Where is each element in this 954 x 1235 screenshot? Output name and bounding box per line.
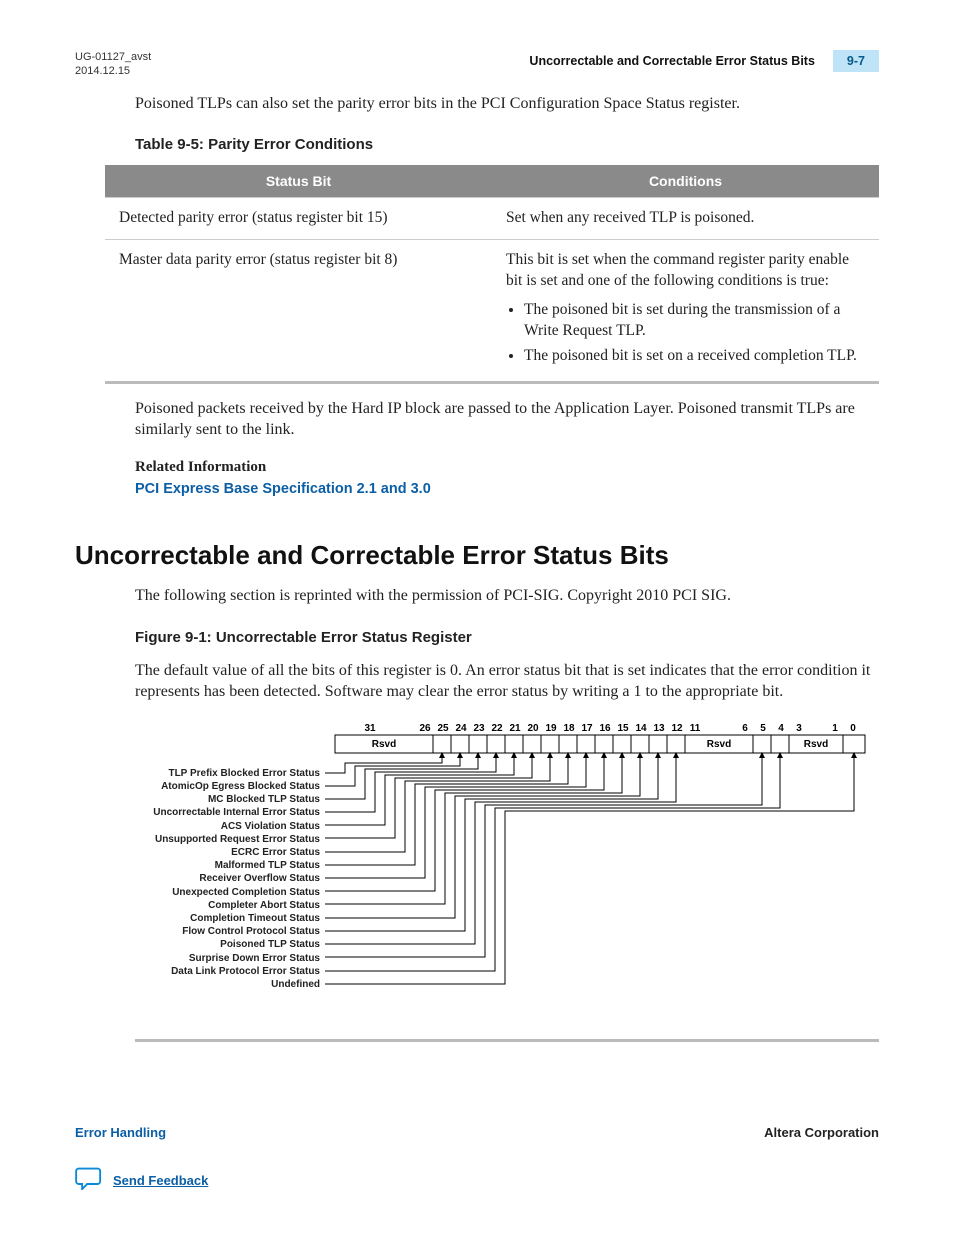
bit-label: Completer Abort Status xyxy=(115,899,320,912)
after-table-paragraph: Poisoned packets received by the Hard IP… xyxy=(135,398,879,441)
table-9-5: Status Bit Conditions Detected parity er… xyxy=(105,165,879,384)
bit-label: TLP Prefix Blocked Error Status xyxy=(115,767,320,780)
list-item: The poisoned bit is set during the trans… xyxy=(524,300,865,342)
page-footer: Error Handling Altera Corporation Send F… xyxy=(75,1125,879,1195)
svg-text:23: 23 xyxy=(473,723,485,734)
cell-conditions: Set when any received TLP is poisoned. xyxy=(492,198,879,240)
section-heading: Uncorrectable and Correctable Error Stat… xyxy=(75,540,879,571)
cell-status-bit: Detected parity error (status register b… xyxy=(105,198,492,240)
svg-text:22: 22 xyxy=(491,723,503,734)
svg-text:6: 6 xyxy=(742,723,748,734)
header-right: Uncorrectable and Correctable Error Stat… xyxy=(529,50,879,72)
svg-text:20: 20 xyxy=(527,723,539,734)
bit-label: ECRC Error Status xyxy=(115,846,320,859)
related-info-heading: Related Information xyxy=(135,459,879,476)
bit-label: Surprise Down Error Status xyxy=(115,952,320,965)
bit-label: Data Link Protocol Error Status xyxy=(115,965,320,978)
svg-text:3: 3 xyxy=(796,723,802,734)
cell-status-bit: Master data parity error (status registe… xyxy=(105,240,492,383)
svg-text:0: 0 xyxy=(850,723,856,734)
svg-text:19: 19 xyxy=(545,723,557,734)
table-row: Master data parity error (status registe… xyxy=(105,240,879,383)
bit-label: AtomicOp Egress Blocked Status xyxy=(115,780,320,793)
svg-text:12: 12 xyxy=(671,723,683,734)
bit-label: Receiver Overflow Status xyxy=(115,872,320,885)
cell-bullets: The poisoned bit is set during the trans… xyxy=(524,300,865,367)
bit-label: Unexpected Completion Status xyxy=(115,886,320,899)
svg-text:21: 21 xyxy=(509,723,521,734)
bit-label: Undefined xyxy=(115,978,320,991)
bit-label: Malformed TLP Status xyxy=(115,859,320,872)
page-header: UG-01127_avst 2014.12.15 Uncorrectable a… xyxy=(75,50,879,79)
svg-text:13: 13 xyxy=(653,723,665,734)
col-status-bit: Status Bit xyxy=(105,165,492,198)
list-item: The poisoned bit is set on a received co… xyxy=(524,346,865,367)
svg-text:15: 15 xyxy=(617,723,629,734)
bit-label: ACS Violation Status xyxy=(115,820,320,833)
bit-label: Poisoned TLP Status xyxy=(115,938,320,951)
cell-conditions: This bit is set when the command registe… xyxy=(492,240,879,383)
bit-label: Completion Timeout Status xyxy=(115,912,320,925)
send-feedback-link[interactable]: Send Feedback xyxy=(113,1173,208,1188)
bit-label: Uncorrectable Internal Error Status xyxy=(115,806,320,819)
svg-text:26: 26 xyxy=(419,723,431,734)
intro-paragraph: Poisoned TLPs can also set the parity er… xyxy=(135,93,879,115)
svg-text:14: 14 xyxy=(635,723,647,734)
speech-bubble-icon xyxy=(75,1166,103,1195)
register-diagram-svg: 31 26 25 24 23 22 21 20 19 18 17 16 15 1… xyxy=(325,721,885,1021)
cell-cond-text: This bit is set when the command registe… xyxy=(506,251,849,289)
svg-text:4: 4 xyxy=(778,723,784,734)
svg-text:18: 18 xyxy=(563,723,575,734)
svg-text:11: 11 xyxy=(690,723,701,734)
svg-text:24: 24 xyxy=(455,723,467,734)
running-title: Uncorrectable and Correctable Error Stat… xyxy=(529,54,815,68)
svg-text:16: 16 xyxy=(599,723,611,734)
svg-text:Rsvd: Rsvd xyxy=(804,739,828,750)
bit-label: Unsupported Request Error Status xyxy=(115,833,320,846)
section-para2: The default value of all the bits of thi… xyxy=(135,660,879,703)
bit-label: MC Blocked TLP Status xyxy=(115,793,320,806)
svg-text:31: 31 xyxy=(364,723,376,734)
page-number-chip: 9-7 xyxy=(833,50,879,72)
svg-text:5: 5 xyxy=(760,723,766,734)
register-bit-labels: TLP Prefix Blocked Error Status AtomicOp… xyxy=(115,767,320,991)
table-header-row: Status Bit Conditions xyxy=(105,165,879,198)
col-conditions: Conditions xyxy=(492,165,879,198)
footer-chapter-link[interactable]: Error Handling xyxy=(75,1125,166,1140)
table-9-5-caption: Table 9-5: Parity Error Conditions xyxy=(135,136,879,153)
section-para1: The following section is reprinted with … xyxy=(135,585,879,607)
svg-text:1: 1 xyxy=(832,723,838,734)
svg-text:Rsvd: Rsvd xyxy=(707,739,731,750)
svg-text:17: 17 xyxy=(581,723,593,734)
pci-express-spec-link[interactable]: PCI Express Base Specification 2.1 and 3… xyxy=(135,481,431,497)
figure-9-1-caption: Figure 9-1: Uncorrectable Error Status R… xyxy=(135,629,879,646)
figure-9-1: TLP Prefix Blocked Error Status AtomicOp… xyxy=(135,721,879,1042)
svg-text:25: 25 xyxy=(437,723,449,734)
bit-label: Flow Control Protocol Status xyxy=(115,925,320,938)
doc-id: UG-01127_avst 2014.12.15 xyxy=(75,50,151,79)
svg-text:Rsvd: Rsvd xyxy=(372,739,396,750)
doc-id-line2: 2014.12.15 xyxy=(75,64,151,78)
doc-id-line1: UG-01127_avst xyxy=(75,50,151,64)
footer-company: Altera Corporation xyxy=(764,1125,879,1140)
table-row: Detected parity error (status register b… xyxy=(105,198,879,240)
